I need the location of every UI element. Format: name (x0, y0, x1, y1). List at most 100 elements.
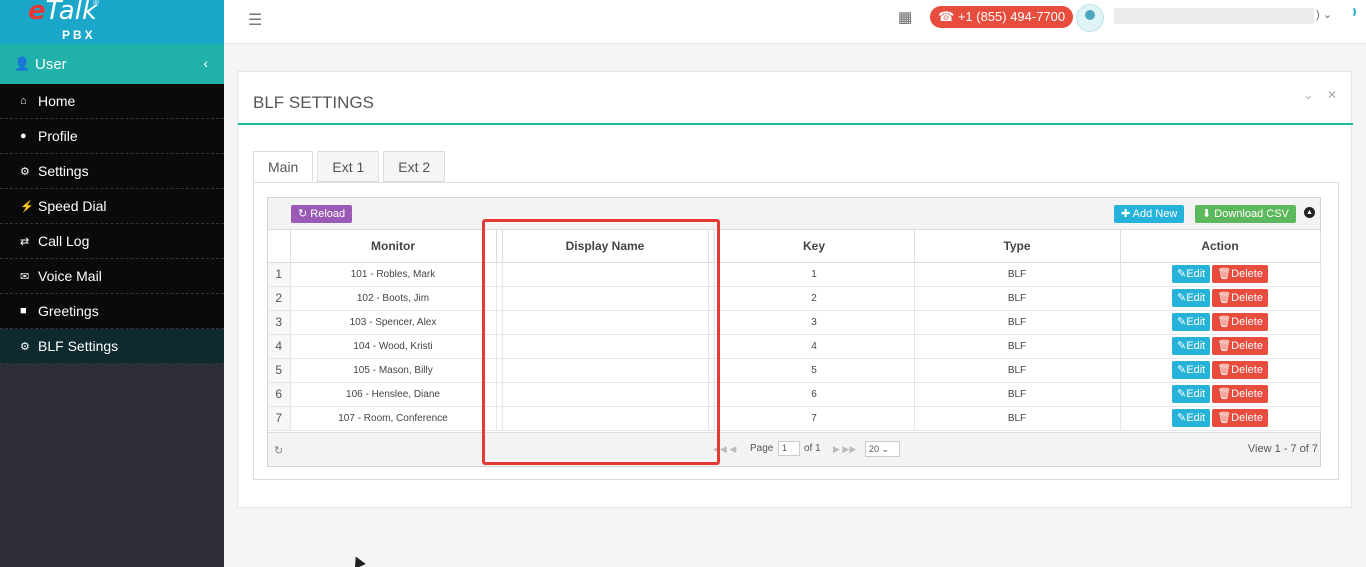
page-size-select[interactable]: 20 ⌄ (865, 441, 900, 457)
user-menu-caret[interactable]: ) ⌄ (1316, 8, 1332, 21)
delete-button[interactable]: 🗑Delete (1212, 313, 1268, 331)
edit-button[interactable]: ✎Edit (1172, 409, 1211, 427)
tab-bar: Main Ext 1 Ext 2 (253, 151, 449, 182)
delete-button[interactable]: 🗑Delete (1212, 361, 1268, 379)
sidebar-item-home[interactable]: ⌂ Home (0, 84, 224, 119)
tab-main[interactable]: Main (253, 151, 314, 182)
column-header-display-name[interactable]: Display Name (502, 230, 709, 263)
delete-button[interactable]: 🗑Delete (1212, 289, 1268, 307)
cell-key: 3 (714, 310, 915, 335)
edit-icon: ✎ (1177, 268, 1187, 280)
menu-toggle-icon[interactable]: ☰ (248, 10, 262, 30)
cell-monitor: 105 - Mason, Billy (290, 358, 497, 383)
delete-button[interactable]: 🗑Delete (1212, 409, 1268, 427)
cell-key: 5 (714, 358, 915, 383)
edit-button[interactable]: ✎Edit (1172, 313, 1211, 331)
delete-button[interactable]: 🗑Delete (1212, 385, 1268, 403)
cell-action: ✎Edit 🗑Delete (1120, 334, 1321, 359)
sidebar-item-blf-settings[interactable]: ⚙ BLF Settings (0, 329, 224, 364)
column-header-type[interactable]: Type (914, 230, 1121, 263)
user-section-toggle[interactable]: 👤 User ‹ (0, 44, 224, 84)
sidebar-item-greetings[interactable]: ■ Greetings (0, 294, 224, 329)
table-row[interactable]: 2 102 - Boots, Jim 2 BLF ✎Edit 🗑Delete (268, 286, 1321, 311)
sidebar-item-settings[interactable]: ⚙ Settings (0, 154, 224, 189)
support-phone-badge[interactable]: ☎ +1 (855) 494-7700 (930, 6, 1074, 28)
headset-icon: ☎ (938, 9, 958, 24)
close-icon[interactable]: ✕ (1327, 88, 1337, 102)
cell-monitor: 103 - Spencer, Alex (290, 310, 497, 335)
sidebar-item-profile[interactable]: ● Profile (0, 119, 224, 154)
trash-icon: 🗑 (1217, 412, 1232, 424)
collapse-grid-icon[interactable]: ▲ (1304, 207, 1315, 218)
first-prev-page-icon[interactable]: ◀◀ ◀ (713, 444, 736, 455)
edit-button[interactable]: ✎Edit (1172, 337, 1211, 355)
sidebar-item-voice-mail[interactable]: ✉ Voice Mail (0, 259, 224, 294)
cell-key: 1 (714, 262, 915, 287)
avatar[interactable] (1076, 4, 1104, 32)
tab-ext-1[interactable]: Ext 1 (317, 151, 380, 182)
download-csv-button[interactable]: ⬇ Download CSV (1195, 205, 1296, 223)
refresh-icon[interactable]: ↻ (274, 444, 283, 457)
page-input[interactable]: 1 (778, 441, 800, 456)
cell-action: ✎Edit 🗑Delete (1120, 262, 1321, 287)
table-row[interactable]: 1 101 - Robles, Mark 1 BLF ✎Edit 🗑Delete (268, 262, 1321, 287)
cell-monitor: 104 - Wood, Kristi (290, 334, 497, 359)
sidebar-item-speed-dial[interactable]: ⚡ Speed Dial (0, 189, 224, 224)
cell-key: 4 (714, 334, 915, 359)
delete-button[interactable]: 🗑Delete (1212, 265, 1268, 283)
exchange-icon: ⇄ (20, 235, 30, 248)
table-row[interactable]: 7 107 - Room, Conference 7 BLF ✎Edit 🗑Del… (268, 406, 1321, 431)
table-row[interactable]: 3 103 - Spencer, Alex 3 BLF ✎Edit 🗑Delete (268, 310, 1321, 335)
table-row[interactable]: 5 105 - Mason, Billy 5 BLF ✎Edit 🗑Delete (268, 358, 1321, 383)
gear-icon: ⚙ (20, 165, 30, 178)
apps-grid-icon[interactable]: ▦ (898, 8, 912, 26)
trash-icon: 🗑 (1217, 268, 1232, 280)
table-row[interactable]: 6 106 - Henslee, Diane 6 BLF ✎Edit 🗑Delet… (268, 382, 1321, 407)
loading-spinner-icon (1344, 6, 1356, 18)
chevron-left-icon[interactable]: ‹ (203, 55, 208, 71)
sidebar-item-call-log[interactable]: ⇄ Call Log (0, 224, 224, 259)
add-new-button[interactable]: ✚ Add New (1114, 205, 1185, 223)
cell-type: BLF (914, 334, 1121, 359)
edit-button[interactable]: ✎Edit (1172, 289, 1211, 307)
cell-display-name (502, 334, 709, 359)
column-header-monitor[interactable]: Monitor (290, 230, 497, 263)
edit-button[interactable]: ✎Edit (1172, 361, 1211, 379)
trash-icon: 🗑 (1217, 364, 1232, 376)
blf-grid: ↻ Reload ✚ Add New ⬇ Download CSV ▲ Moni… (267, 197, 1321, 467)
tab-ext-2[interactable]: Ext 2 (383, 151, 446, 182)
cell-key: 7 (714, 406, 915, 431)
logo-sub: PBX (62, 28, 96, 42)
collapse-icon[interactable]: ⌄ (1304, 88, 1314, 102)
column-header-key[interactable]: Key (714, 230, 915, 263)
cell-monitor: 106 - Henslee, Diane (290, 382, 497, 407)
edit-icon: ✎ (1177, 292, 1187, 304)
reload-button[interactable]: ↻ Reload (291, 205, 353, 223)
page-label: Page (750, 443, 774, 454)
panel-divider (238, 123, 1353, 125)
table-row[interactable]: 4 104 - Wood, Kristi 4 BLF ✎Edit 🗑Delete (268, 334, 1321, 359)
column-header-rownum (268, 230, 291, 263)
tab-content: ↻ Reload ✚ Add New ⬇ Download CSV ▲ Moni… (253, 182, 1339, 480)
trash-icon: 🗑 (1217, 316, 1232, 328)
edit-icon: ✎ (1177, 364, 1187, 376)
refresh-icon: ↻ (298, 208, 311, 220)
cell-action: ✎Edit 🗑Delete (1120, 286, 1321, 311)
edit-button[interactable]: ✎Edit (1172, 385, 1211, 403)
next-last-page-icon[interactable]: ▶ ▶▶ (833, 444, 856, 455)
user-icon: ● (20, 130, 27, 142)
user-name-redacted[interactable] (1114, 8, 1314, 24)
cell-display-name (502, 286, 709, 311)
cell-display-name (502, 358, 709, 383)
sidebar: eTalk ® PBX 👤 User ‹ ⌂ Home ● Profile ⚙ Set… (0, 0, 224, 567)
row-number: 3 (268, 310, 291, 335)
column-header-action: Action (1120, 230, 1321, 263)
cell-type: BLF (914, 262, 1121, 287)
cell-type: BLF (914, 358, 1121, 383)
delete-button[interactable]: 🗑Delete (1212, 337, 1268, 355)
edit-button[interactable]: ✎Edit (1172, 265, 1211, 283)
cell-action: ✎Edit 🗑Delete (1120, 358, 1321, 383)
logo[interactable]: eTalk ® PBX (0, 0, 224, 44)
cell-type: BLF (914, 310, 1121, 335)
cell-type: BLF (914, 406, 1121, 431)
